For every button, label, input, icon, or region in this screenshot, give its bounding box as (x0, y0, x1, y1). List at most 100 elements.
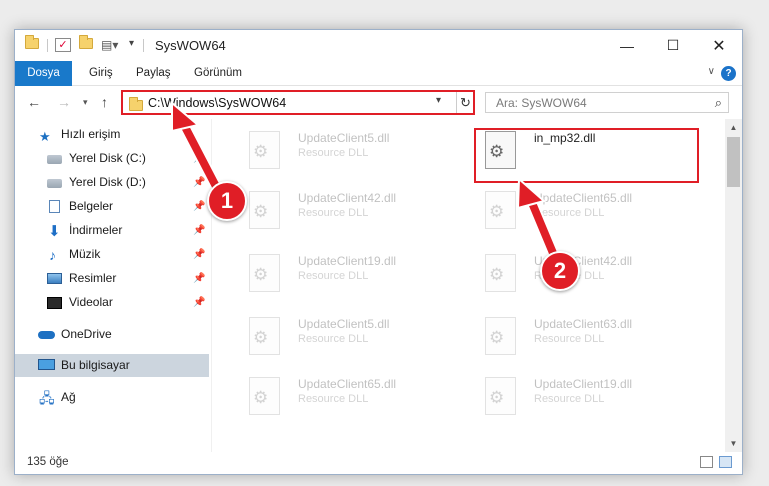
sidebar-item-label: Resimler (69, 271, 117, 285)
video-icon (47, 297, 62, 309)
sidebar-item-local-disk-d[interactable]: Yerel Disk (D:) 📌 (15, 171, 209, 194)
scroll-down-icon[interactable]: ▼ (725, 435, 742, 452)
file-name: UpdateClient65.dll (298, 377, 397, 391)
sidebar-item-label: Ağ (61, 390, 76, 404)
dll-file-icon (485, 191, 516, 229)
sidebar-item-pictures[interactable]: Resimler 📌 (15, 267, 209, 290)
dll-file-icon (485, 254, 516, 292)
file-name: UpdateClient5.dll (298, 131, 390, 145)
file-type: Resource DLL (534, 333, 605, 345)
sidebar-item-this-pc[interactable]: Bu bilgisayar (15, 354, 209, 377)
search-icon[interactable]: ⌕ (715, 95, 722, 111)
drive-icon (47, 179, 62, 188)
network-icon: 🖧 (39, 390, 55, 406)
close-button[interactable]: ✕ (696, 30, 742, 61)
properties-icon[interactable]: ✓ (55, 38, 71, 52)
sidebar-item-downloads[interactable]: ⬇ İndirmeler 📌 (15, 219, 209, 242)
sidebar-item-label: Videolar (69, 295, 113, 309)
file-name: UpdateClient19.dll (298, 254, 397, 268)
pin-icon[interactable]: 📌 (193, 291, 205, 314)
file-name: UpdateClient5.dll (298, 317, 390, 331)
file-type: Resource DLL (534, 393, 605, 405)
cloud-icon (38, 331, 55, 339)
tab-file[interactable]: Dosya (15, 61, 72, 86)
search-input[interactable]: Ara: SysWOW64 ⌕ (485, 92, 729, 113)
forward-arrow-icon[interactable]: → (57, 94, 71, 110)
sidebar-item-label: OneDrive (61, 327, 112, 341)
pin-icon[interactable]: 📌 (193, 219, 205, 242)
document-icon (49, 200, 60, 213)
refresh-icon[interactable]: ↻ (456, 92, 474, 113)
address-path[interactable]: C:\Windows\SysWOW64 (148, 96, 286, 110)
sidebar-item-onedrive[interactable]: OneDrive (15, 323, 209, 346)
divider (47, 39, 48, 52)
file-item[interactable]: UpdateClient42.dll Resource DLL (226, 183, 456, 233)
sidebar-item-music[interactable]: ♪ Müzik 📌 (15, 243, 209, 266)
large-icons-view-icon[interactable] (719, 456, 732, 468)
maximize-button[interactable]: ☐ (650, 30, 696, 61)
sidebar-item-documents[interactable]: Belgeler 📌 (15, 195, 209, 218)
file-item[interactable]: UpdateClient19.dll Resource DLL (462, 369, 692, 419)
title-bar: ✓ ▤▾ ▾ SysWOW64 — ☐ ✕ (15, 30, 742, 61)
file-item[interactable]: UpdateClient5.dll Resource DLL (226, 309, 456, 359)
tab-view[interactable]: Görünüm (184, 61, 252, 86)
pictures-icon (47, 273, 62, 284)
dll-file-icon (485, 377, 516, 415)
sidebar-item-local-disk-c[interactable]: Yerel Disk (C:) 📌 (15, 147, 209, 170)
folder-icon (25, 35, 39, 49)
file-type: Resource DLL (298, 270, 369, 282)
help-icon[interactable]: ? (721, 66, 736, 81)
file-name: UpdateClient19.dll (534, 377, 633, 391)
file-item[interactable]: UpdateClient65.dll Resource DLL (226, 369, 456, 419)
customize-icon[interactable]: ▤▾ (101, 38, 118, 52)
file-type: Resource DLL (298, 147, 369, 159)
minimize-button[interactable]: — (604, 30, 650, 61)
step-1-badge: 1 (207, 181, 247, 221)
file-name: UpdateClient42.dll (298, 191, 397, 205)
details-view-icon[interactable] (700, 456, 713, 468)
up-arrow-icon[interactable]: ↑ (101, 94, 108, 110)
quick-access-dropdown-icon[interactable]: ▾ (129, 38, 134, 49)
search-placeholder: Ara: SysWOW64 (496, 96, 587, 110)
dll-file-icon (249, 317, 280, 355)
pin-icon[interactable]: 📌 (193, 267, 205, 290)
pin-icon[interactable]: 📌 (193, 171, 205, 194)
file-item[interactable]: UpdateClient19.dll Resource DLL (226, 246, 456, 296)
dll-file-icon (249, 254, 280, 292)
vertical-scrollbar[interactable]: ▲ ▼ (725, 119, 742, 452)
window-title: SysWOW64 (155, 38, 226, 53)
folder-icon (129, 97, 143, 111)
dll-file-icon (249, 131, 280, 169)
drive-icon (47, 155, 62, 164)
pin-icon[interactable]: 📌 (193, 195, 205, 218)
new-folder-icon[interactable] (79, 35, 93, 49)
file-item[interactable]: UpdateClient5.dll Resource DLL (226, 123, 456, 173)
sidebar-item-label: Bu bilgisayar (61, 358, 130, 372)
navigation-bar: ← → ▾ ↑ C:\Windows\SysWOW64 ▾ ↻ Ara: Sys… (15, 86, 742, 119)
sidebar-item-label: Belgeler (69, 199, 114, 213)
file-item[interactable]: UpdateClient63.dll Resource DLL (462, 309, 692, 359)
address-bar[interactable]: C:\Windows\SysWOW64 ▾ ↻ (121, 90, 475, 115)
download-icon: ⬇ (48, 223, 61, 240)
pin-icon[interactable]: 📌 (193, 243, 205, 266)
divider (143, 39, 144, 52)
expand-ribbon-icon[interactable]: ∨ (708, 66, 715, 77)
scroll-up-icon[interactable]: ▲ (725, 119, 742, 136)
pin-icon[interactable]: 📌 (193, 147, 205, 170)
sidebar-item-network[interactable]: 🖧 Ağ (15, 386, 209, 409)
back-arrow-icon[interactable]: ← (27, 94, 41, 110)
file-item[interactable]: UpdateClient65.dll Resource DLL (462, 183, 692, 233)
ribbon: Dosya Giriş Paylaş Görünüm ∨ ? (15, 61, 742, 86)
tab-share[interactable]: Paylaş (126, 61, 181, 86)
scroll-thumb[interactable] (727, 137, 740, 187)
sidebar-item-videos[interactable]: Videolar 📌 (15, 291, 209, 314)
file-type: Resource DLL (298, 333, 369, 345)
computer-icon (38, 359, 55, 370)
recent-locations-icon[interactable]: ▾ (83, 97, 88, 108)
tab-home[interactable]: Giriş (79, 61, 123, 86)
sidebar-item-label: Yerel Disk (C:) (69, 151, 146, 165)
status-bar: 135 öğe (15, 452, 742, 474)
sidebar-item-quick-access[interactable]: ★ Hızlı erişim (15, 123, 209, 146)
file-name: UpdateClient63.dll (534, 317, 633, 331)
chevron-down-icon[interactable]: ▾ (436, 95, 441, 106)
